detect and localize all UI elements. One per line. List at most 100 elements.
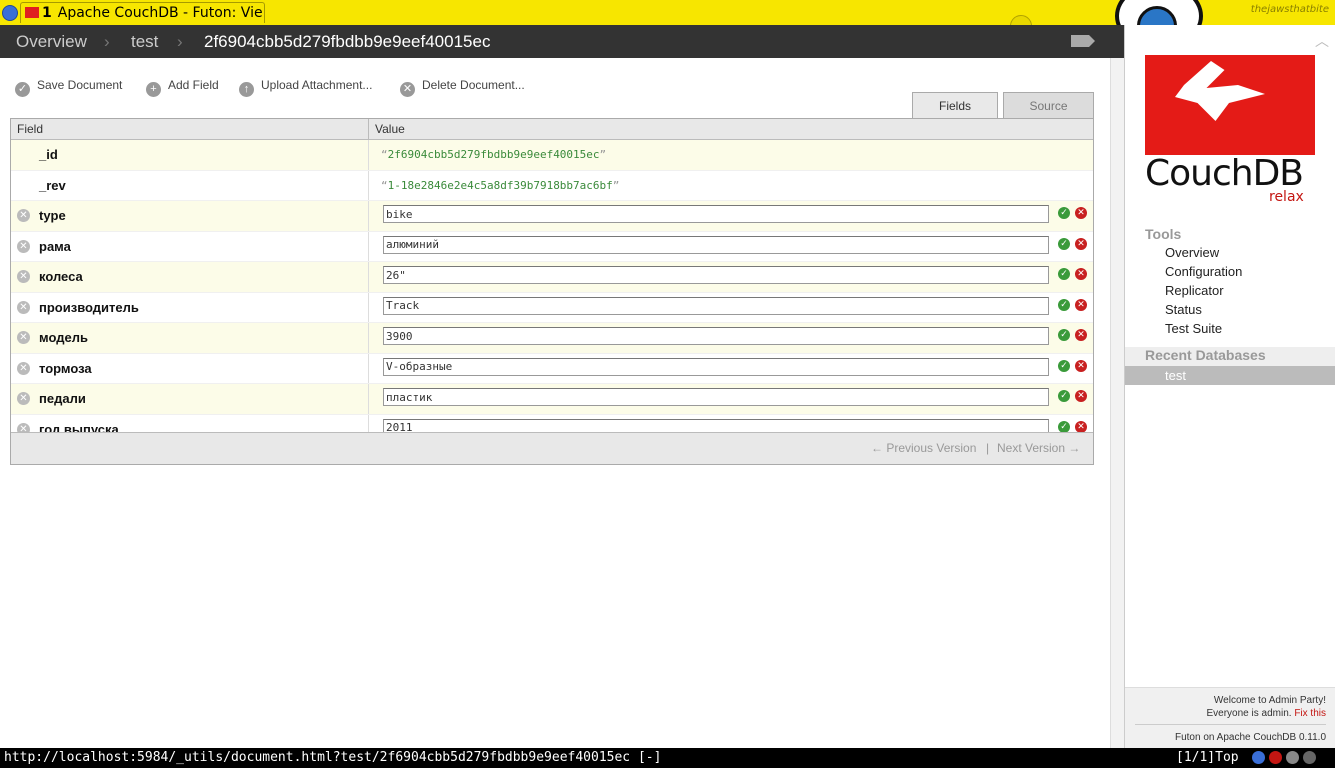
field-value-input[interactable] [383, 296, 1049, 315]
next-version-link[interactable]: Next Version → [997, 441, 1080, 455]
field-value-input[interactable] [383, 357, 1049, 376]
field-value-text: 1-18e2846e2e4c5a8df39b7918bb7ac6bf [387, 178, 613, 192]
cancel-x-icon[interactable]: ✕ [1075, 420, 1087, 433]
column-divider [368, 384, 369, 414]
recent-databases-heading: Recent Databases [1125, 347, 1335, 366]
table-row: ✕ модель ✓ ✕ [11, 323, 1093, 354]
field-value-input[interactable] [383, 327, 1049, 345]
globe-icon[interactable] [2, 5, 18, 21]
column-divider [368, 353, 369, 383]
theme-brand: thejawsthatbite [1250, 4, 1329, 15]
globe-status-icon[interactable] [1252, 751, 1265, 764]
decorative-circle-icon [1010, 15, 1032, 25]
upload-attachment-button[interactable]: ↑ Upload Attachment... [239, 78, 372, 97]
checkmark-icon: ✓ [15, 82, 30, 97]
logo-word: CouchDB [1145, 153, 1304, 194]
delete-field-icon[interactable]: ✕ [17, 331, 30, 344]
delete-field-icon[interactable]: ✕ [17, 209, 30, 222]
recent-database-test[interactable]: test [1125, 366, 1335, 385]
table-row-rev: _rev “1-18e2846e2e4c5a8df39b7918bb7ac6bf… [11, 170, 1093, 201]
cancel-x-icon[interactable]: ✕ [1075, 329, 1087, 341]
upload-arrow-icon: ↑ [239, 82, 254, 97]
save-document-label: Save Document [37, 78, 123, 92]
field-key: type [39, 208, 66, 223]
logo-tagline: relax [1269, 189, 1304, 205]
sidebar-item-replicator[interactable]: Replicator [1165, 283, 1242, 302]
table-footer: ← Previous Version | Next Version → [11, 432, 1093, 464]
tab-source[interactable]: Source [1003, 92, 1094, 118]
table-row: ✕ колеса ✓ ✕ [11, 262, 1093, 293]
browser-tab-bar: 1 Apache CouchDB - Futon: Vie... thejawst… [0, 0, 1335, 25]
apply-check-icon[interactable]: ✓ [1058, 268, 1070, 280]
apply-check-icon[interactable]: ✓ [1058, 420, 1070, 433]
cancel-x-icon[interactable]: ✕ [1075, 268, 1087, 280]
sidebar-item-overview[interactable]: Overview [1165, 245, 1242, 264]
logo-graphic [1145, 55, 1315, 155]
cancel-x-icon[interactable]: ✕ [1075, 390, 1087, 402]
delete-field-icon[interactable]: ✕ [17, 270, 30, 283]
column-divider [368, 119, 369, 139]
field-key: производитель [39, 299, 139, 315]
apply-check-icon[interactable]: ✓ [1058, 390, 1070, 402]
column-divider [368, 292, 369, 322]
apply-check-icon[interactable]: ✓ [1058, 359, 1070, 372]
tab-fields[interactable]: Fields [912, 92, 998, 118]
column-divider [368, 170, 369, 200]
column-divider [368, 323, 369, 353]
status-bar: http://localhost:5984/_utils/document.ht… [0, 748, 1335, 768]
fix-this-link[interactable]: Fix this [1294, 708, 1326, 719]
tab-title: Apache CouchDB - Futon: Vie... [57, 5, 265, 21]
cancel-x-icon[interactable]: ✕ [1075, 207, 1087, 219]
field-value-input[interactable] [383, 235, 1049, 254]
sidebar-item-status[interactable]: Status [1165, 302, 1242, 321]
cancel-x-icon[interactable]: ✕ [1075, 237, 1087, 250]
field-key: _rev [39, 177, 66, 193]
sidebar-item-configuration[interactable]: Configuration [1165, 264, 1242, 283]
field-key: тормоза [39, 360, 92, 376]
column-divider [368, 231, 369, 261]
collapse-sidebar-icon[interactable]: ︿ [1315, 31, 1329, 51]
table-row: ✕ педали ✓ ✕ [11, 384, 1093, 415]
field-key: колеса [39, 269, 83, 284]
add-field-button[interactable]: + Add Field [146, 78, 219, 97]
delete-field-icon[interactable]: ✕ [17, 361, 30, 375]
field-value-input[interactable] [383, 205, 1049, 223]
breadcrumb-separator: › [104, 32, 110, 51]
apply-check-icon[interactable]: ✓ [1058, 207, 1070, 219]
field-value-readonly: “2f6904cbb5d279fbdbb9e9eef40015ec” [381, 148, 607, 161]
table-row: ✕ рама ✓ ✕ [11, 231, 1093, 262]
column-header-value: Value [375, 122, 405, 136]
delete-field-icon[interactable]: ✕ [17, 300, 30, 314]
previous-version-link[interactable]: ← Previous Version [871, 441, 976, 455]
eye-icon[interactable] [1303, 751, 1316, 764]
breadcrumb-database[interactable]: test [131, 32, 158, 52]
field-value-input[interactable] [383, 266, 1049, 284]
document-fields-table: Field Value _id “2f6904cbb5d279fbdbb9e9e… [10, 118, 1094, 465]
main-scrollbar[interactable] [1110, 58, 1125, 748]
apply-check-icon[interactable]: ✓ [1058, 298, 1070, 311]
delete-field-icon[interactable]: ✕ [17, 392, 30, 405]
version-text: Futon on Apache CouchDB 0.11.0 [1174, 732, 1326, 743]
sidebar-item-test-suite[interactable]: Test Suite [1165, 321, 1242, 340]
tag-icon[interactable] [1071, 35, 1095, 47]
field-value-input[interactable] [383, 388, 1049, 406]
adblock-icon[interactable] [1269, 751, 1282, 764]
field-value-text: 2f6904cbb5d279fbdbb9e9eef40015ec [387, 148, 600, 161]
cancel-x-icon[interactable]: ✕ [1075, 298, 1087, 311]
column-header-field: Field [17, 122, 44, 136]
field-key: педали [39, 391, 86, 406]
apply-check-icon[interactable]: ✓ [1058, 329, 1070, 341]
breadcrumb-overview[interactable]: Overview [16, 32, 87, 52]
delete-field-icon[interactable]: ✕ [17, 239, 30, 253]
breadcrumb: Overview › test › 2f6904cbb5d279fbdbb9e9… [0, 25, 1124, 58]
delete-document-button[interactable]: ✕ Delete Document... [400, 78, 525, 97]
browser-tab[interactable]: 1 Apache CouchDB - Futon: Vie... [20, 2, 265, 23]
table-row: ✕ производитель ✓ ✕ [11, 292, 1093, 323]
cancel-x-icon[interactable]: ✕ [1075, 359, 1087, 372]
welcome-line-2: Everyone is admin. Fix this [1207, 707, 1327, 720]
dropdown-icon[interactable] [1286, 751, 1299, 764]
sidebar-footer: Welcome to Admin Party! Everyone is admi… [1125, 687, 1335, 749]
apply-check-icon[interactable]: ✓ [1058, 237, 1070, 250]
save-document-button[interactable]: ✓ Save Document [15, 78, 122, 97]
column-divider [368, 140, 369, 170]
